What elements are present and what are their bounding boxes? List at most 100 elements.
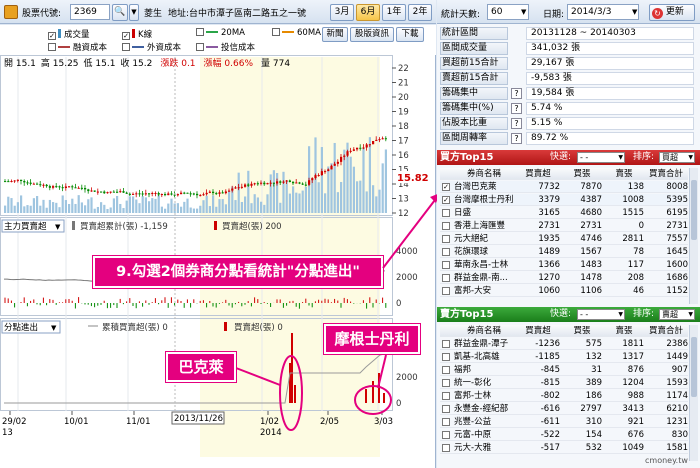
candle-body [221, 192, 224, 194]
row-checkbox[interactable] [442, 392, 450, 400]
row-checkbox[interactable] [442, 353, 450, 361]
buy-quick-select[interactable]: - - ▼ [577, 152, 625, 163]
legend-60ma[interactable]: 60MA [272, 28, 321, 38]
checkbox-icon[interactable] [196, 28, 204, 36]
volume-bar [384, 149, 387, 213]
scroll-thumb[interactable] [691, 180, 697, 240]
table-row[interactable]: 福邦 -845 31 876 907 [440, 364, 688, 376]
range-1y-button[interactable]: 1年 [382, 4, 406, 21]
row-checkbox[interactable] [442, 366, 450, 374]
buy-sort-select[interactable]: 買超 ▼ [659, 152, 695, 163]
news-button[interactable]: 新聞 [322, 27, 348, 42]
checkbox-icon[interactable] [272, 28, 280, 36]
table-row[interactable]: ✓ 台灣摩根士丹利 3379 4387 1008 5395 [440, 194, 688, 206]
range-3m-button[interactable]: 3月 [330, 4, 354, 21]
table-row[interactable]: 永豐金-經紀部 -616 2797 3413 6210 [440, 403, 688, 415]
help-icon[interactable]: ? [511, 118, 522, 129]
search-button[interactable]: 🔍 [112, 4, 128, 21]
column-header[interactable]: 買賣合計 [644, 325, 688, 337]
row-checkbox[interactable] [442, 274, 450, 282]
price-tick-label: 19 [398, 108, 409, 118]
table-row[interactable]: 群益金鼎-南... 1270 1478 208 1686 [440, 272, 688, 284]
home-icon[interactable] [4, 5, 18, 19]
column-header[interactable]: 買張 [562, 168, 602, 180]
buy-scrollbar[interactable] [689, 168, 698, 304]
help-icon[interactable]: ? [511, 88, 522, 99]
legend-20ma[interactable]: 20MA [196, 28, 245, 38]
table-row[interactable]: 兆豐-公益 -611 310 921 1231 [440, 416, 688, 428]
table-row[interactable]: 日盛 3165 4680 1515 6195 [440, 207, 688, 219]
column-header[interactable]: 買賣超 [516, 325, 560, 337]
table-cell: -517 [540, 443, 560, 453]
row-checkbox[interactable] [442, 235, 450, 243]
legend-volume[interactable]: ✓ 成交量 [48, 28, 90, 40]
update-button[interactable]: ↻ 更新 [649, 4, 695, 21]
legend-kline[interactable]: ✓ K線 [122, 28, 152, 40]
legend-margin-cost[interactable]: 融資成本 [48, 41, 107, 53]
sell-quick-select[interactable]: - - ▼ [577, 309, 625, 320]
row-checkbox[interactable] [442, 222, 450, 230]
help-icon[interactable]: ? [511, 103, 522, 114]
candle-body [58, 186, 61, 188]
table-row[interactable]: 元大-大雅 -517 532 1049 1581 [440, 442, 688, 454]
checkbox-icon[interactable]: ✓ [122, 32, 130, 40]
checkbox-icon[interactable] [122, 43, 130, 51]
column-header[interactable]: 賣張 [604, 325, 644, 337]
chevron-down-icon[interactable]: ▼ [521, 8, 526, 16]
table-row[interactable]: 凱基-北高雄 -1185 132 1317 1449 [440, 351, 688, 363]
row-checkbox[interactable] [442, 405, 450, 413]
candle-body [32, 183, 35, 185]
row-checkbox[interactable] [442, 248, 450, 256]
row-checkbox[interactable] [442, 209, 450, 217]
table-row[interactable]: ✓ 台灣巴克萊 7732 7870 138 8008 [440, 181, 688, 193]
sell-scrollbar[interactable] [689, 325, 698, 461]
sell-sort-select[interactable]: 賣超 ▼ [659, 309, 695, 320]
help-icon[interactable]: ? [511, 133, 522, 144]
table-row[interactable]: 香港上海匯豐 2731 2731 0 2731 [440, 220, 688, 232]
candle-body [285, 180, 288, 182]
row-checkbox[interactable] [442, 340, 450, 348]
chevron-down-icon[interactable]: ▼ [129, 4, 139, 21]
calendar-icon[interactable]: ▼ [632, 8, 637, 16]
scroll-thumb[interactable] [691, 337, 697, 397]
row-checkbox[interactable] [442, 444, 450, 452]
row-checkbox[interactable]: ✓ [442, 196, 450, 204]
row-checkbox[interactable] [442, 261, 450, 269]
column-header[interactable]: 賣張 [604, 168, 644, 180]
stock-code-input[interactable]: 2369 [70, 4, 110, 20]
table-cell: 7870 [580, 182, 602, 192]
checkbox-icon[interactable] [196, 43, 204, 51]
table-row[interactable]: 富邦-士林 -802 186 988 1174 [440, 390, 688, 402]
column-header[interactable]: 券商名稱 [454, 168, 514, 180]
legend-trust-cost[interactable]: 投信成本 [196, 41, 255, 53]
table-row[interactable]: 花旗環球 1489 1567 78 1645 [440, 246, 688, 258]
range-2y-button[interactable]: 2年 [408, 4, 432, 21]
swatch-icon [214, 221, 217, 230]
column-header[interactable]: 券商名稱 [454, 325, 514, 337]
row-checkbox[interactable]: ✓ [442, 183, 450, 191]
volume-bar [119, 203, 122, 213]
stats-date-input[interactable]: 2014/3/3 [567, 4, 639, 20]
download-button[interactable]: 下載 [396, 27, 424, 42]
checkbox-icon[interactable]: ✓ [48, 32, 56, 40]
range-6m-button[interactable]: 6月 [356, 4, 380, 21]
row-checkbox[interactable] [442, 287, 450, 295]
row-checkbox[interactable] [442, 431, 450, 439]
table-row[interactable]: 元大絕紀 1935 4746 2811 7557 [440, 233, 688, 245]
row-checkbox[interactable] [442, 379, 450, 387]
row-checkbox[interactable] [442, 418, 450, 426]
broker-legend-cum: 累積買賣超(張) 0 [102, 322, 168, 333]
column-header[interactable]: 買張 [562, 325, 602, 337]
legend-foreign-cost[interactable]: 外資成本 [122, 41, 181, 53]
table-row[interactable]: 統一-彰化 -815 389 1204 1593 [440, 377, 688, 389]
column-header[interactable]: 買賣合計 [644, 168, 688, 180]
column-header[interactable]: 買賣超 [516, 168, 560, 180]
table-row[interactable]: 元富-中原 -522 154 676 830 [440, 429, 688, 441]
table-row[interactable]: 富邦-大安 1060 1106 46 1152 [440, 285, 688, 297]
table-cell: 154 [585, 430, 602, 440]
table-row[interactable]: 群益金鼎-潭子 -1236 575 1811 2386 [440, 338, 688, 350]
board-info-button[interactable]: 股版資訊 [350, 27, 394, 42]
table-row[interactable]: 華南永昌-士林 1366 1483 117 1600 [440, 259, 688, 271]
candle-body [16, 179, 19, 181]
checkbox-icon[interactable] [48, 43, 56, 51]
